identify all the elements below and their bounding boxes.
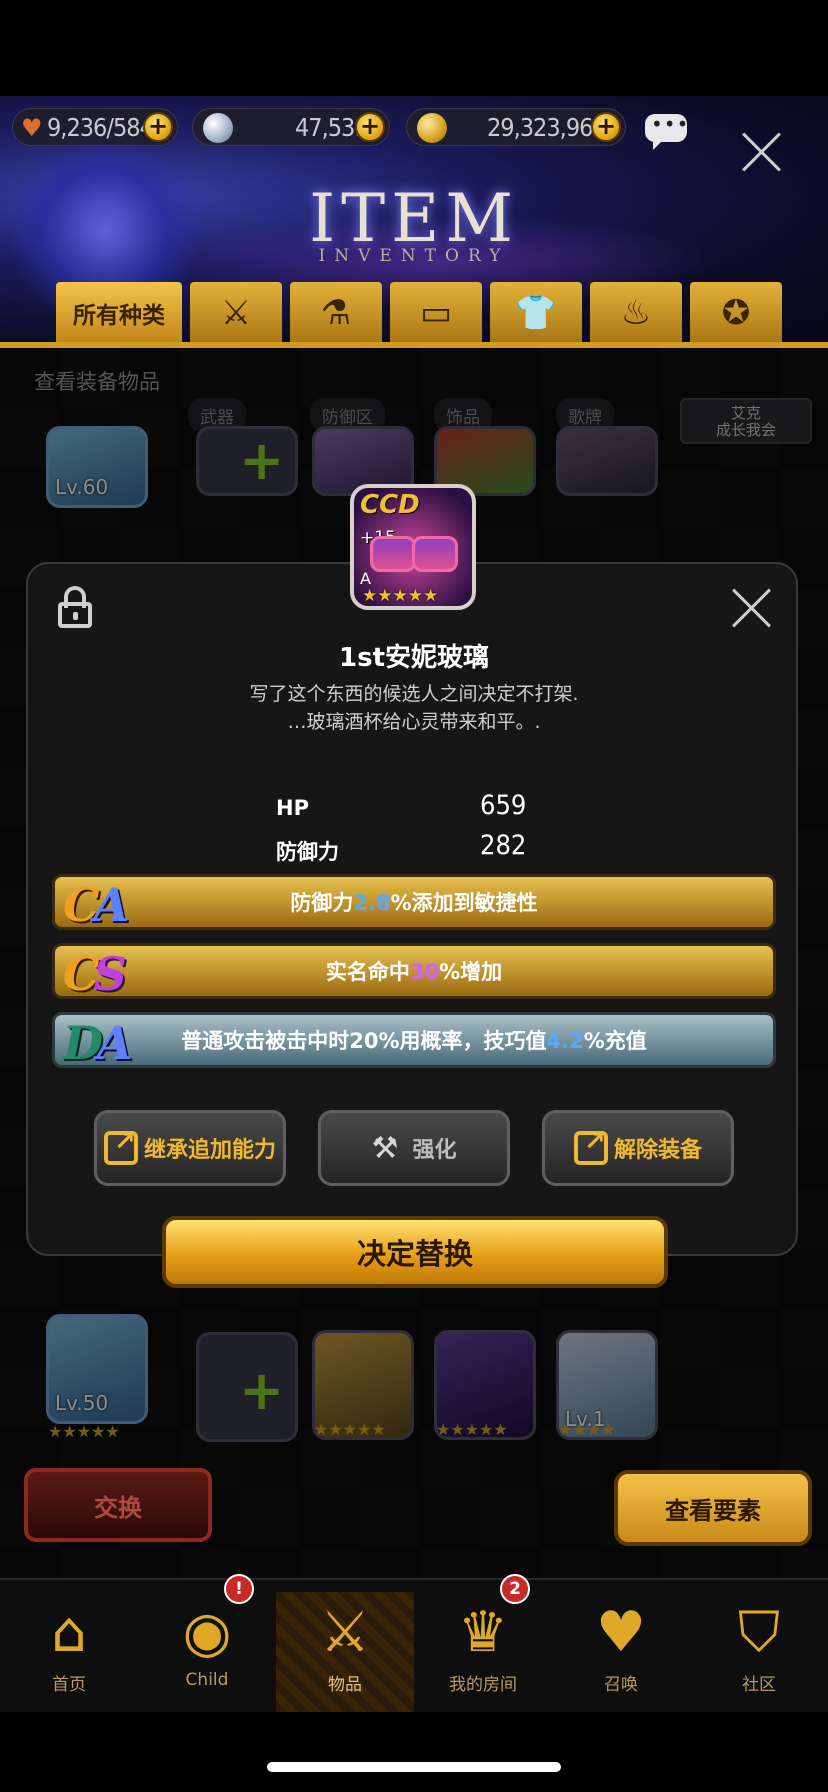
- emblem-icon: ✪: [721, 293, 751, 333]
- gold-value: 29,323,968: [487, 112, 607, 142]
- da-badge-icon: DA: [63, 1016, 133, 1070]
- view-elements-button[interactable]: 查看要素: [614, 1470, 812, 1546]
- gem-icon: [203, 113, 233, 143]
- swap-button[interactable]: 交换: [24, 1468, 212, 1542]
- shield-icon: ⛉: [738, 1600, 780, 1665]
- sword-shield-icon: ⚔: [220, 293, 252, 333]
- unequip-button[interactable]: 解除装备: [542, 1110, 734, 1186]
- notification-badge: 2: [500, 1574, 530, 1604]
- unequip-label: 解除装备: [613, 1138, 702, 1163]
- tab-emblem[interactable]: ✪: [690, 282, 782, 344]
- page-subtitle: INVENTORY: [318, 246, 510, 266]
- category-tabs: 所有种类 ⚔ ⚗ ▭ 👕 ♨ ✪: [56, 282, 782, 344]
- add-gold-button[interactable]: +: [591, 112, 621, 142]
- confirm-replace-button[interactable]: 决定替换: [162, 1216, 668, 1288]
- option-bar-cs: CS 实名命中30%增加: [52, 943, 776, 1001]
- option-bar-da: DA 普通攻击被击中时20%用概率，技巧值4.2%充值: [52, 1012, 776, 1070]
- option-text: 防御力2.8%添加到敏捷性: [290, 891, 538, 915]
- card-icon: ▭: [419, 293, 453, 333]
- notification-badge: !: [224, 1574, 254, 1604]
- confirm-label: 决定替换: [356, 1237, 473, 1271]
- summon-potion-icon: ♥: [595, 1600, 647, 1665]
- tab-spa[interactable]: ♨: [590, 282, 682, 344]
- option-text: 实名命中30%增加: [325, 960, 503, 984]
- nav-home[interactable]: ⌂ 首页: [0, 1592, 138, 1712]
- item-icon: CCD +15 A ★★★★★: [350, 484, 476, 610]
- option-text: 普通攻击被击中时20%用概率，技巧值4.2%充值: [181, 1029, 647, 1053]
- shirt-icon: 👕: [514, 293, 558, 333]
- home-icon: ⌂: [51, 1600, 87, 1665]
- tab-card[interactable]: ▭: [390, 282, 482, 344]
- gem-resource: 47,539 +: [192, 108, 390, 146]
- item-description-line: …玻璃酒杯给心灵带来和平。.: [287, 711, 541, 733]
- item-name: 1st安妮玻璃: [339, 643, 489, 673]
- nav-child[interactable]: ◉ Child: [138, 1592, 276, 1712]
- cs-badge-icon: CS: [63, 947, 127, 1001]
- crown-icon: ♛: [457, 1600, 509, 1665]
- add-gems-button[interactable]: +: [355, 112, 385, 142]
- stat-label-hp: HP: [276, 796, 309, 820]
- item-grade: CCD: [360, 490, 420, 520]
- close-modal-button[interactable]: [730, 586, 774, 630]
- heart-icon: ♥: [21, 114, 43, 142]
- tab-weapon[interactable]: ⚔: [190, 282, 282, 344]
- item-description: 写了这个东西的候选人之间决定不打架. …玻璃酒杯给心灵带来和平。.: [0, 680, 828, 736]
- inherit-ability-button[interactable]: 继承追加能力: [94, 1110, 286, 1186]
- stamina-value: 9,236/584: [47, 112, 154, 142]
- nav-summon[interactable]: ♥ 召唤: [552, 1592, 690, 1712]
- home-indicator-area: [0, 1712, 828, 1792]
- child-flame-icon: ◉: [182, 1600, 232, 1665]
- nav-community[interactable]: ⛉ 社区: [690, 1592, 828, 1712]
- enhance-label: 强化: [412, 1138, 457, 1163]
- glasses-icon: [370, 536, 458, 572]
- gold-resource: 29,323,968 +: [406, 108, 626, 146]
- ca-badge-icon: CA: [63, 878, 129, 932]
- tab-costume[interactable]: 👕: [490, 282, 582, 344]
- tab-all[interactable]: 所有种类: [56, 282, 182, 344]
- stat-value-defense: 282: [480, 830, 527, 861]
- home-indicator[interactable]: [267, 1762, 561, 1772]
- item-description-line: 写了这个东西的候选人之间决定不打架.: [249, 683, 579, 705]
- add-stamina-button[interactable]: +: [143, 112, 173, 142]
- inherit-icon: [103, 1127, 138, 1165]
- close-inventory-button[interactable]: [740, 130, 784, 174]
- unequip-icon: [573, 1127, 608, 1165]
- status-bar-area: [0, 0, 828, 96]
- stat-label-defense: 防御力: [276, 840, 339, 864]
- gold-coin-icon: [417, 113, 447, 143]
- item-sword-icon: ⚔: [319, 1600, 371, 1665]
- anvil-icon: ⚒: [371, 1130, 399, 1166]
- chat-icon[interactable]: [645, 112, 689, 150]
- stat-value-hp: 659: [480, 790, 527, 821]
- swap-label: 交换: [94, 1493, 142, 1522]
- enhance-button[interactable]: ⚒ 强化: [318, 1110, 510, 1186]
- view-elements-label: 查看要素: [665, 1496, 761, 1525]
- item-stars: ★★★★★: [362, 586, 439, 606]
- lock-icon[interactable]: [58, 586, 92, 628]
- inherit-label: 继承追加能力: [143, 1138, 276, 1163]
- flask-icon: ⚗: [320, 293, 352, 333]
- stamina-resource: ♥ 9,236/584 +: [12, 108, 178, 146]
- hot-spring-icon: ♨: [620, 293, 652, 333]
- tab-potion[interactable]: ⚗: [290, 282, 382, 344]
- nav-items[interactable]: ⚔ 物品: [276, 1592, 414, 1712]
- option-bar-ca: CA 防御力2.8%添加到敏捷性: [52, 874, 776, 932]
- nav-my-room[interactable]: ♛ 我的房间: [414, 1592, 552, 1712]
